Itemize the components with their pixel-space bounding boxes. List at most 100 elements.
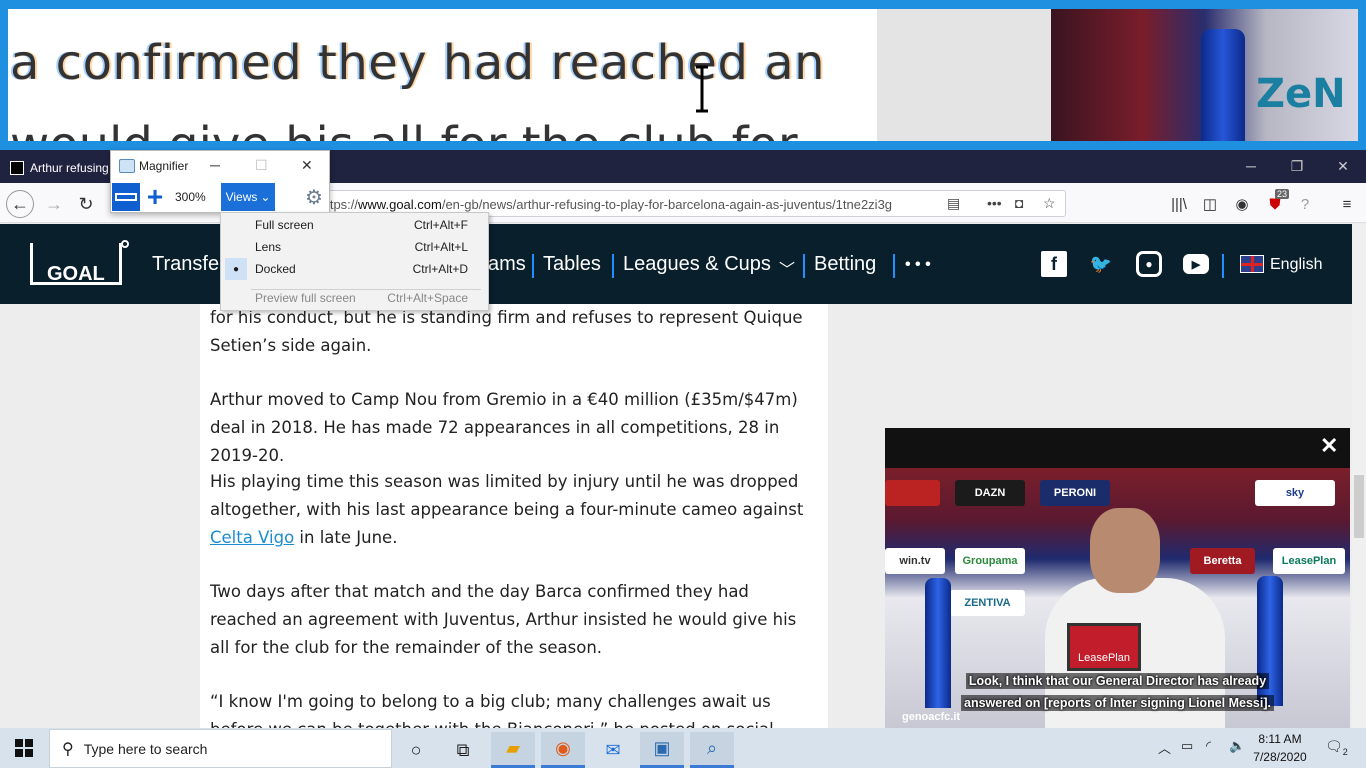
menu-item-lens[interactable]: Lens Ctrl+Alt+L (221, 236, 488, 258)
zoom-in-button[interactable]: + (141, 183, 169, 211)
nav-teams[interactable]: ams (488, 253, 526, 276)
battery-icon[interactable]: ▭ (1181, 738, 1193, 754)
menu-item-shortcut: Ctrl+Alt+D (412, 262, 468, 276)
chevron-down-icon[interactable]: ﹀ (779, 256, 795, 280)
magnifier-minimize-button[interactable]: ─ (210, 157, 220, 173)
subtitle-line-2: answered on [reports of Inter signing Li… (961, 695, 1274, 711)
goal-logo[interactable]: GOAL (30, 240, 129, 285)
firefox-icon[interactable]: ◉ (541, 732, 585, 768)
logo-text: GOAL (47, 263, 105, 285)
show-hidden-icons-chevron-icon[interactable]: ︿ (1158, 738, 1171, 757)
forward-arrow-icon: → (45, 193, 63, 214)
volume-icon[interactable]: 🔈 (1229, 738, 1245, 754)
scrollbar-thumb[interactable] (1354, 475, 1364, 538)
forward-button[interactable]: → (40, 190, 68, 218)
magnifier-docked-view: a confirmed they had reached an would gi… (0, 0, 1366, 150)
page-actions-icon[interactable]: ••• (987, 195, 1002, 211)
views-label: Views (225, 190, 258, 204)
nav-betting[interactable]: Betting (814, 253, 876, 276)
youtube-icon[interactable]: ▶ (1183, 254, 1209, 274)
ublock-badge: 23 (1275, 189, 1290, 199)
minimize-window-button[interactable]: ─ (1228, 150, 1274, 182)
time: 8:11 AM (1258, 732, 1302, 746)
video-subtitle: Look, I think that our General Director … (885, 670, 1350, 714)
menu-item-docked[interactable]: ● Docked Ctrl+Alt+D (221, 258, 488, 280)
magnified-content: a confirmed they had reached an would gi… (8, 9, 1358, 141)
facebook-icon[interactable]: f (1041, 251, 1067, 277)
bottle-image (1201, 29, 1245, 141)
magnifier-taskbar-icon[interactable]: ⌕ (690, 732, 734, 768)
speaker-head (1090, 508, 1160, 593)
twitter-icon[interactable]: 🐦 (1088, 251, 1114, 277)
task-view-icon[interactable]: ⧉ (441, 732, 485, 768)
file-explorer-icon[interactable]: ▰ (491, 732, 535, 768)
video-player[interactable]: DAZN PERONI sky win.tv Groupama ZENTIVA … (885, 428, 1350, 728)
nav-separator (532, 254, 534, 278)
magnifier-maximize-button[interactable]: ☐ (255, 157, 268, 174)
chevron-down-icon: ⌄ (260, 190, 271, 204)
nav-transfers[interactable]: Transfe (152, 253, 219, 276)
gear-icon[interactable]: ⚙ (305, 185, 323, 210)
nav-separator (893, 254, 895, 278)
start-button[interactable] (0, 728, 48, 768)
video-close-icon[interactable]: ✕ (1320, 433, 1338, 459)
tab-title: Arthur refusing (30, 161, 109, 175)
magnifier-app-icon (119, 159, 135, 173)
nav-separator (612, 254, 614, 278)
search-icon: ⚲ (62, 740, 74, 758)
views-menu: Full screen Ctrl+Alt+F Lens Ctrl+Alt+L ●… (220, 212, 489, 311)
close-window-button[interactable]: ✕ (1320, 150, 1366, 182)
article-paragraph: His playing time this season was limited… (210, 468, 810, 552)
menu-item-full-screen[interactable]: Full screen Ctrl+Alt+F (221, 214, 488, 236)
library-icon[interactable]: |||\ (1168, 194, 1190, 214)
help-icon[interactable]: ? (1294, 194, 1316, 214)
magnifier-close-button[interactable]: ✕ (301, 157, 313, 174)
account-icon[interactable]: ◉ (1231, 194, 1253, 214)
article-paragraph: Two days after that match and the day Ba… (210, 582, 797, 657)
restore-window-button[interactable]: ❐ (1274, 150, 1320, 182)
nav-tables[interactable]: Tables (543, 253, 601, 276)
hamburger-menu-icon[interactable]: ≡ (1336, 194, 1358, 214)
microphone-logo: LeasePlan (1067, 623, 1141, 671)
back-button[interactable]: ← (6, 190, 34, 218)
views-dropdown-button[interactable]: Views ⌄ (221, 183, 275, 211)
bookmark-star-icon[interactable]: ☆ (1043, 195, 1056, 212)
wifi-icon[interactable]: ◜ (1206, 738, 1211, 754)
zentiva-logo: ZeN (1256, 71, 1346, 117)
menu-item-shortcut: Ctrl+Alt+Space (387, 291, 468, 305)
magnifier-window: Magnifier ─ ☐ ✕ + 300% Views ⌄ ⚙ (110, 150, 330, 213)
cortana-icon[interactable]: ○ (394, 732, 438, 768)
menu-item-label: Docked (255, 262, 296, 276)
article-body: for his conduct, but he is standing firm… (200, 304, 828, 728)
mail-icon[interactable]: ✉ (591, 732, 635, 768)
zoom-out-button[interactable] (112, 183, 140, 211)
logo-dot (121, 240, 129, 248)
pocket-icon[interactable]: ◘ (1015, 195, 1023, 211)
plus-icon: + (146, 181, 164, 212)
reload-button[interactable]: ↻ (72, 190, 100, 218)
sponsor-board: DAZN (955, 480, 1025, 506)
celta-vigo-link[interactable]: Celta Vigo (210, 528, 294, 547)
taskbar-search-box[interactable]: ⚲ Type here to search (49, 729, 392, 768)
selected-dot-icon: ● (225, 258, 247, 280)
reader-view-icon[interactable]: ▤ (947, 195, 960, 212)
menu-item-shortcut: Ctrl+Alt+L (414, 240, 468, 254)
instagram-icon[interactable]: ● (1136, 251, 1162, 277)
sidebar-icon[interactable]: ◫ (1199, 194, 1221, 214)
sponsor-board (885, 480, 940, 506)
magnifier-titlebar: Magnifier (111, 151, 329, 181)
taskbar-clock[interactable]: 8:11 AM 7/28/2020 (1250, 730, 1310, 766)
menu-item-label: Preview full screen (255, 291, 356, 305)
notification-center-icon[interactable]: 🗨2 (1325, 738, 1348, 757)
browser-tab[interactable]: Arthur refusing (10, 159, 120, 177)
photos-icon[interactable]: ▣ (640, 732, 684, 768)
sponsor-board: ZENTIVA (950, 590, 1025, 616)
nav-more[interactable]: • • • (905, 256, 931, 274)
menu-item-preview-full-screen: Preview full screen Ctrl+Alt+Space (221, 287, 488, 309)
nav-leagues-cups[interactable]: Leagues & Cups (623, 253, 771, 276)
language-selector[interactable]: English (1270, 256, 1322, 274)
text-cursor-icon (696, 65, 708, 113)
magnified-sidebar (877, 9, 1058, 141)
magnified-text-line-2: would give his all for the club for (10, 117, 798, 141)
back-arrow-icon: ← (11, 193, 29, 214)
